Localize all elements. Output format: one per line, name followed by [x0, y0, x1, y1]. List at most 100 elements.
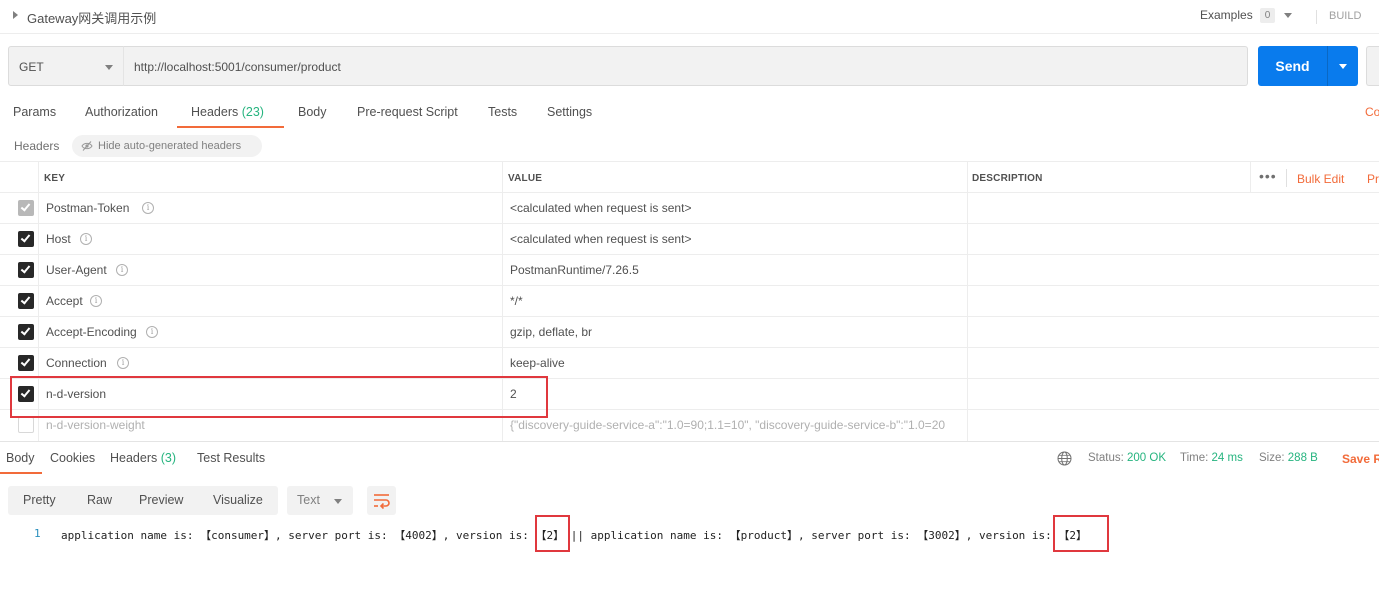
column-divider: [502, 162, 503, 192]
format-pretty-button[interactable]: Pretty: [23, 493, 56, 507]
column-divider: [1250, 162, 1251, 192]
examples-chevron-down-icon[interactable]: [1284, 13, 1292, 18]
status-label: Status:: [1088, 452, 1124, 464]
format-raw-button[interactable]: Raw: [87, 493, 112, 507]
tab-pre-request-script[interactable]: Pre-request Script: [357, 105, 458, 119]
tab-headers-count: (23): [241, 105, 264, 119]
size-value[interactable]: 288 B: [1288, 452, 1318, 464]
tab-tests[interactable]: Tests: [488, 105, 517, 119]
response-tab-body[interactable]: Body: [6, 451, 35, 465]
collection-title-bar: Gateway网关调用示例 Examples 0 BUILD: [0, 0, 1379, 34]
save-button[interactable]: [1366, 46, 1379, 86]
header-enabled-checkbox[interactable]: [18, 262, 34, 278]
header-value[interactable]: 2: [510, 387, 962, 401]
tab-params[interactable]: Params: [13, 105, 56, 119]
header-key[interactable]: Accept-Encoding: [46, 325, 137, 339]
tab-headers[interactable]: Headers (23): [191, 105, 264, 119]
header-value[interactable]: */*: [510, 294, 962, 308]
header-key[interactable]: Postman-Token: [46, 201, 129, 215]
bulk-edit-link[interactable]: Bulk Edit: [1297, 172, 1344, 186]
response-body-editor[interactable]: 1 application name is: 【consumer】, serve…: [0, 524, 1379, 544]
build-button[interactable]: BUILD: [1316, 10, 1379, 24]
response-time: Time: 24 ms: [1180, 452, 1243, 464]
table-row: Postman-Token i <calculated when request…: [0, 193, 1379, 224]
table-row: Accept i */*: [0, 286, 1379, 317]
response-status: Status: 200 OK: [1088, 452, 1166, 464]
wrap-lines-button[interactable]: [367, 486, 396, 515]
header-enabled-checkbox[interactable]: [18, 200, 34, 216]
eye-off-icon: [81, 141, 93, 151]
send-options-button[interactable]: [1327, 46, 1358, 86]
header-value[interactable]: <calculated when request is sent>: [510, 201, 962, 215]
chevron-down-icon: [1339, 64, 1347, 69]
format-button-group: Pretty Raw Preview Visualize: [8, 486, 278, 515]
table-header-row: KEY VALUE DESCRIPTION ••• Bulk Edit Pr: [0, 161, 1379, 193]
expand-caret-icon[interactable]: [13, 11, 18, 19]
header-key[interactable]: User-Agent: [46, 263, 107, 277]
tab-body[interactable]: Body: [298, 105, 327, 119]
highlight-box: [10, 376, 548, 418]
info-icon[interactable]: i: [116, 264, 128, 276]
header-key[interactable]: Connection: [46, 356, 107, 370]
header-key[interactable]: Host: [46, 232, 71, 246]
headers-section-title: Headers: [14, 139, 60, 153]
header-value[interactable]: gzip, deflate, br: [510, 325, 962, 339]
header-enabled-checkbox[interactable]: [18, 231, 34, 247]
time-value[interactable]: 24 ms: [1212, 452, 1243, 464]
info-icon[interactable]: i: [80, 233, 92, 245]
header-value[interactable]: keep-alive: [510, 356, 962, 370]
header-key[interactable]: Accept: [46, 294, 83, 308]
header-value[interactable]: {"discovery-guide-service-a":"1.0=90;1.1…: [510, 418, 962, 432]
status-value[interactable]: 200 OK: [1127, 452, 1166, 464]
tab-settings[interactable]: Settings: [547, 105, 592, 119]
response-body-text[interactable]: application name is: 【consumer】, server …: [61, 527, 1087, 543]
column-value: VALUE: [508, 173, 543, 184]
header-enabled-checkbox[interactable]: [18, 293, 34, 309]
info-icon[interactable]: i: [90, 295, 102, 307]
size-label: Size:: [1259, 452, 1285, 464]
response-tab-test-results[interactable]: Test Results: [197, 451, 265, 465]
info-icon[interactable]: i: [117, 357, 129, 369]
format-type-select[interactable]: Text: [287, 486, 353, 515]
response-tab-headers-label: Headers: [110, 451, 158, 465]
hide-auto-label: Hide auto-generated headers: [98, 140, 242, 152]
info-icon[interactable]: i: [146, 326, 158, 338]
column-divider: [967, 162, 968, 192]
column-description: DESCRIPTION: [972, 173, 1043, 184]
active-tab-indicator: [0, 472, 42, 474]
globe-icon[interactable]: [1057, 451, 1072, 466]
format-visualize-button[interactable]: Visualize: [213, 493, 263, 507]
method-value: GET: [19, 60, 44, 74]
header-enabled-checkbox[interactable]: [18, 417, 34, 433]
header-enabled-checkbox[interactable]: [18, 324, 34, 340]
url-value: http://localhost:5001/consumer/product: [134, 60, 341, 74]
response-tab-headers-count: (3): [160, 451, 177, 465]
info-icon[interactable]: i: [142, 202, 154, 214]
highlight-box: [1053, 515, 1109, 552]
save-response-button[interactable]: Save R: [1342, 452, 1379, 466]
header-value[interactable]: <calculated when request is sent>: [510, 232, 962, 246]
header-value[interactable]: PostmanRuntime/7.26.5: [510, 263, 962, 277]
examples-label[interactable]: Examples: [1200, 8, 1253, 22]
response-tab-headers[interactable]: Headers (3): [110, 451, 176, 465]
wrap-lines-icon: [374, 494, 390, 510]
format-type-value: Text: [297, 493, 320, 507]
header-enabled-checkbox[interactable]: [18, 355, 34, 371]
cookies-link[interactable]: Co: [1365, 105, 1379, 119]
header-key[interactable]: n-d-version-weight: [46, 418, 145, 432]
ellipsis-icon[interactable]: •••: [1259, 168, 1277, 184]
send-button[interactable]: Send: [1258, 46, 1327, 86]
collection-title[interactable]: Gateway网关调用示例: [27, 8, 156, 27]
tab-headers-label: Headers: [191, 105, 239, 119]
presets-link[interactable]: Pr: [1367, 172, 1379, 186]
chevron-down-icon: [105, 65, 113, 70]
tab-authorization[interactable]: Authorization: [85, 105, 158, 119]
chevron-down-icon: [334, 499, 342, 504]
hide-auto-generated-headers-button[interactable]: Hide auto-generated headers: [72, 135, 262, 157]
table-row: User-Agent i PostmanRuntime/7.26.5: [0, 255, 1379, 286]
method-select[interactable]: GET: [8, 46, 124, 86]
url-input[interactable]: http://localhost:5001/consumer/product: [123, 46, 1248, 86]
format-preview-button[interactable]: Preview: [139, 493, 183, 507]
response-tab-cookies[interactable]: Cookies: [50, 451, 95, 465]
active-tab-indicator: [177, 126, 284, 128]
